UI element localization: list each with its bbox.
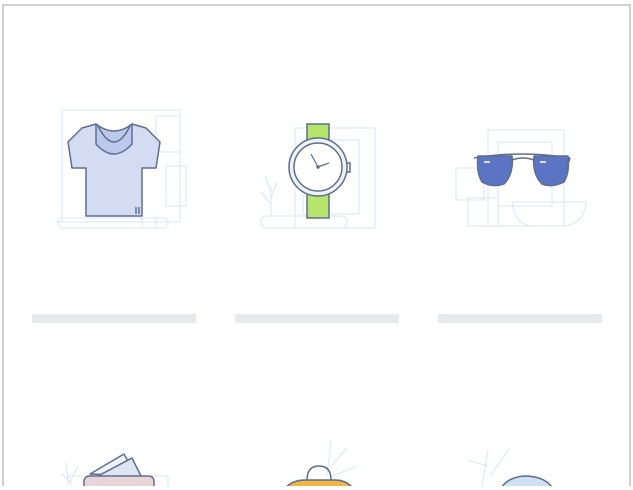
product-title-placeholder — [438, 314, 602, 323]
sunglasses-icon — [455, 129, 587, 227]
t-shirt-icon — [56, 109, 187, 229]
product-title-placeholder — [235, 314, 399, 323]
wallet-icon — [61, 453, 169, 486]
cap-icon — [467, 447, 553, 486]
product-grid — [2, 4, 631, 486]
wristwatch-icon — [260, 123, 376, 229]
bag-icon — [286, 439, 358, 486]
product-title-placeholder — [32, 314, 196, 323]
